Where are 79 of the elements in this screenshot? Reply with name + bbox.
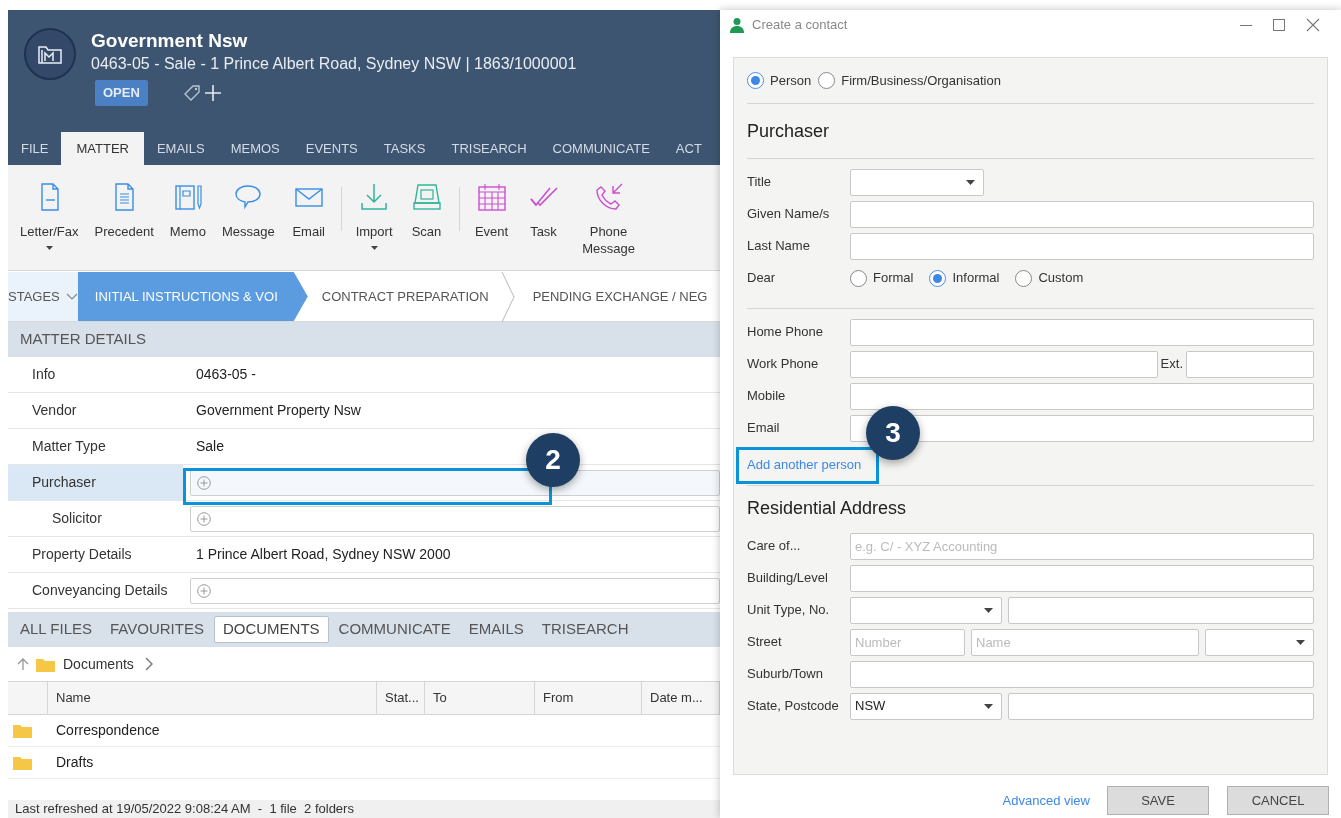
ribbon-tab[interactable]: TRISEARCH <box>438 132 540 165</box>
column-header[interactable]: To <box>425 682 535 714</box>
radio-label: Person <box>770 71 812 90</box>
field-value: 0463-05 - <box>195 365 256 384</box>
column-header[interactable]: Stat... <box>377 682 425 714</box>
ribbon-tab[interactable]: FILE <box>8 132 62 165</box>
category-tab[interactable]: DOCUMENTS <box>213 616 329 643</box>
stages-dropdown[interactable]: STAGES <box>8 272 78 321</box>
field-label: Work Phone <box>747 355 820 374</box>
input-field[interactable]: e.g. C/ - XYZ Accounting <box>850 532 1314 560</box>
category-tab[interactable]: FAVOURITES <box>102 616 212 643</box>
ribbon-tab[interactable]: MEMOS <box>217 132 293 165</box>
window-title: Create a contact <box>752 16 848 35</box>
field-label: Vendor <box>31 401 78 420</box>
field-label: Info <box>31 365 57 384</box>
field-label: Unit Type, No. <box>747 601 831 620</box>
field-label: Building/Level <box>747 569 829 588</box>
section-header: MATTER DETAILS <box>8 322 720 357</box>
field-value: Government Property Nsw <box>195 401 361 420</box>
toolbar-button[interactable]: Email <box>282 181 335 240</box>
ribbon-tab[interactable]: TASKS <box>370 132 439 165</box>
toolbar-button[interactable]: Phone Message <box>569 181 648 257</box>
toolbar-button[interactable]: Event <box>465 181 518 240</box>
ribbon-tab[interactable]: EMAILS <box>143 132 218 165</box>
field-label: Email <box>747 419 781 438</box>
field-label: Home Phone <box>747 323 824 342</box>
field-label: Dear <box>747 269 777 288</box>
status-bar: Last refreshed at 19/05/2022 9:08:24 AM - 1 file 2 folders <box>8 800 720 818</box>
dialog-button[interactable]: CANCEL <box>1227 786 1329 815</box>
field-label: Purchaser <box>8 465 183 500</box>
field-label: Given Name/s <box>747 205 831 224</box>
input-field[interactable]: Number <box>850 628 965 656</box>
field-label: Mobile <box>747 387 787 406</box>
radio-label: Firm/Business/Organisation <box>841 71 1001 90</box>
ribbon-tab[interactable]: MATTER <box>61 132 144 165</box>
toolbar-button[interactable]: Memo <box>161 181 214 240</box>
ribbon-tab[interactable]: COMMUNICATE <box>539 132 663 165</box>
status-badge: OPEN <box>95 80 148 106</box>
section-title: Residential Address <box>747 496 908 520</box>
field-label: Matter Type <box>31 437 107 456</box>
advanced-view-link[interactable]: Advanced view <box>1002 790 1090 811</box>
file-name: Drafts <box>56 753 94 772</box>
column-header[interactable]: Name <box>48 682 377 714</box>
field-label: Suburb/Town <box>747 665 824 684</box>
section-title: Purchaser <box>747 104 1314 159</box>
dialog-button[interactable]: SAVE <box>1107 786 1209 815</box>
field-label: Solicitor <box>51 509 103 528</box>
category-tab[interactable]: TRISEARCH <box>533 616 637 643</box>
field-label: Property Details <box>31 545 133 564</box>
category-tab[interactable]: COMMUNICATE <box>330 616 459 643</box>
ribbon-tab[interactable]: EVENTS <box>292 132 371 165</box>
field-label: Ext. <box>1160 355 1183 374</box>
file-name: Correspondence <box>56 721 160 740</box>
field-label: Care of... <box>747 537 802 556</box>
field-label: Title <box>747 173 773 192</box>
breadcrumb-link[interactable]: Documents <box>63 653 134 675</box>
matter-subtitle: 0463-05 - Sale - 1 Prince Albert Road, Sydney NSW | 1863/1000001 <box>91 54 577 74</box>
input-field[interactable]: Name <box>971 628 1199 656</box>
column-header[interactable]: From <box>535 682 642 714</box>
toolbar-button[interactable]: Precedent <box>86 181 162 240</box>
field-label: Conveyancing Details <box>31 581 169 600</box>
field-value: 1 Prince Albert Road, Sydney NSW 2000 <box>195 545 451 564</box>
toolbar-button[interactable]: Scan <box>400 181 453 240</box>
category-tab[interactable]: ALL FILES <box>12 616 100 643</box>
field-label: State, Postcode <box>747 697 840 716</box>
ribbon-tab[interactable]: ACT <box>662 132 715 165</box>
radio-label: Custom <box>1038 269 1084 288</box>
toolbar-button[interactable]: Task <box>517 181 570 240</box>
toolbar-button[interactable]: Import <box>347 181 401 250</box>
field-label: Street <box>747 633 783 652</box>
field-label: Last Name <box>747 237 811 256</box>
toolbar-button[interactable]: Message <box>213 181 283 240</box>
client-name: Government Nsw <box>91 29 249 53</box>
radio-label: Formal <box>873 269 914 288</box>
category-tab[interactable]: EMAILS <box>460 616 532 643</box>
dropdown[interactable]: NSW <box>850 692 1002 720</box>
field-value: Sale <box>195 437 225 456</box>
radio-label: Informal <box>952 269 1000 288</box>
toolbar-button[interactable]: Letter/Fax <box>12 181 87 250</box>
